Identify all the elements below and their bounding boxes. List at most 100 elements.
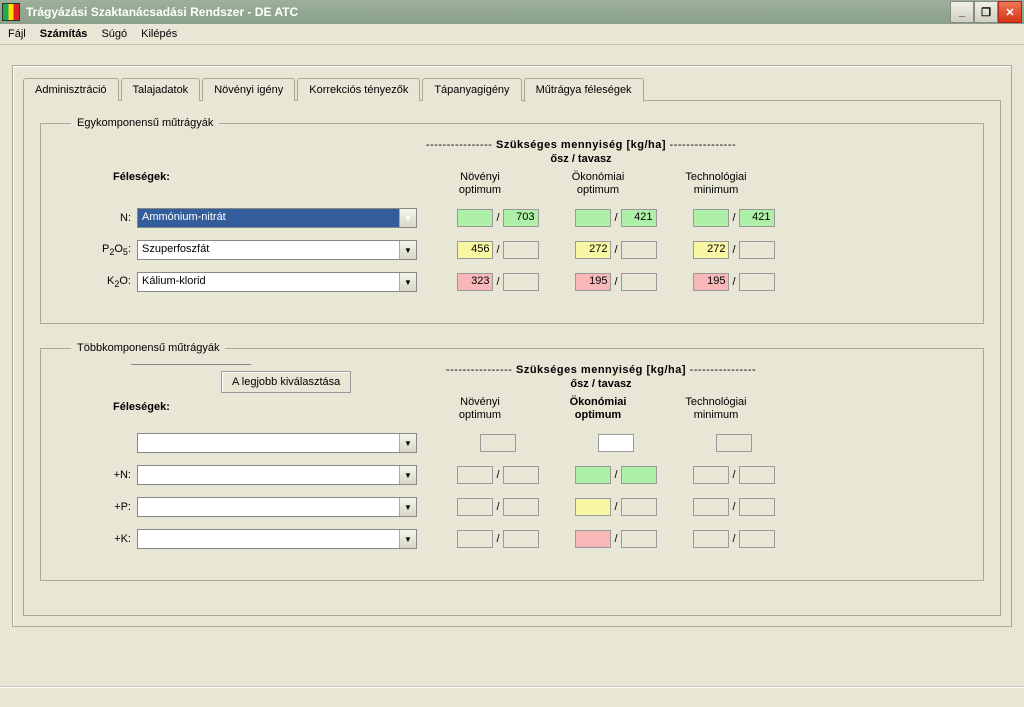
row-label-multi-p: +P: (71, 501, 137, 513)
col-header-econ-1: Ökonómiai optimum (539, 171, 657, 197)
row-label-n: N: (71, 212, 137, 224)
row-p: P2O5: Szuperfoszfát ▼ 456 / 272 / 27 (71, 239, 953, 261)
tab-plant[interactable]: Növényi igény (202, 78, 295, 101)
mn-econ-b[interactable] (621, 466, 657, 484)
combo-k[interactable]: Kálium-klorid ▼ (137, 272, 417, 292)
tab-admin[interactable]: Adminisztráció (23, 78, 119, 101)
header-sub-2: ősz / tavasz (421, 378, 781, 390)
chevron-down-icon[interactable]: ▼ (399, 434, 416, 452)
tab-content: Egykomponensű műtrágyák ----------------… (23, 100, 1001, 616)
tabs: Adminisztráció Talajadatok Növényi igény… (23, 78, 1001, 101)
underline-decoration (131, 364, 251, 365)
chevron-down-icon[interactable]: ▼ (399, 241, 416, 259)
mp-econ-a[interactable] (575, 498, 611, 516)
mp-tech-a[interactable] (693, 498, 729, 516)
row-multi-p: +P: ▼ / / / (71, 496, 953, 518)
mk-econ-b[interactable] (621, 530, 657, 548)
group-multi: Többkomponensű műtrágyák A legjobb kivál… (40, 342, 984, 581)
p-plant-a[interactable]: 456 (457, 241, 493, 259)
menu-exit[interactable]: Kilépés (141, 28, 177, 40)
mn-econ-a[interactable] (575, 466, 611, 484)
group-single: Egykomponensű műtrágyák ----------------… (40, 117, 984, 324)
chevron-down-icon[interactable]: ▼ (399, 273, 416, 291)
mn-tech-a[interactable] (693, 466, 729, 484)
n-tech-a[interactable] (693, 209, 729, 227)
chevron-down-icon[interactable]: ▼ (399, 530, 416, 548)
tab-nutrient[interactable]: Tápanyagigény (422, 78, 521, 101)
header-main-2: ---------------- Szükséges mennyiség [kg… (421, 364, 781, 376)
m0-plant[interactable] (480, 434, 516, 452)
titlebar: Trágyázási Szaktanácsadási Rendszer - DE… (0, 0, 1024, 24)
tab-soil[interactable]: Talajadatok (121, 78, 201, 101)
chevron-down-icon[interactable]: ▼ (399, 498, 416, 516)
row-multi-k: +K: ▼ / / / (71, 528, 953, 550)
row-n: N: Ammónium-nitrát ▼ / 703 / 421 (71, 207, 953, 229)
mk-plant-a[interactable] (457, 530, 493, 548)
m0-tech[interactable] (716, 434, 752, 452)
mn-plant-a[interactable] (457, 466, 493, 484)
maximize-button[interactable]: ❐ (974, 1, 998, 23)
menu-help[interactable]: Súgó (101, 28, 127, 40)
row-multi-n: +N: ▼ / / / (71, 464, 953, 486)
mk-econ-a[interactable] (575, 530, 611, 548)
k-tech-b[interactable] (739, 273, 775, 291)
mn-tech-b[interactable] (739, 466, 775, 484)
p-plant-b[interactable] (503, 241, 539, 259)
header-sub-1: ősz / tavasz (401, 153, 761, 165)
mp-tech-b[interactable] (739, 498, 775, 516)
combo-p[interactable]: Szuperfoszfát ▼ (137, 240, 417, 260)
tab-corr[interactable]: Korrekciós tényezők (297, 78, 420, 101)
main-panel: Adminisztráció Talajadatok Növényi igény… (12, 65, 1012, 627)
mk-tech-b[interactable] (739, 530, 775, 548)
tab-fert[interactable]: Műtrágya féleségek (524, 78, 644, 102)
n-tech-b[interactable]: 421 (739, 209, 775, 227)
n-econ-a[interactable] (575, 209, 611, 227)
col-header-plant-1: Növényi optimum (421, 171, 539, 197)
p-econ-b[interactable] (621, 241, 657, 259)
row-label-multi-n: +N: (71, 469, 137, 481)
n-plant-b[interactable]: 703 (503, 209, 539, 227)
mk-plant-b[interactable] (503, 530, 539, 548)
n-plant-a[interactable] (457, 209, 493, 227)
p-tech-a[interactable]: 272 (693, 241, 729, 259)
chevron-down-icon[interactable]: ▼ (399, 466, 416, 484)
row-k: K2O: Kálium-klorid ▼ 323 / 195 / 195 (71, 271, 953, 293)
combo-multi-main[interactable]: ▼ (137, 433, 417, 453)
col-header-tech-2: Technológiai minimum (657, 396, 775, 422)
row-label-multi-k: +K: (71, 533, 137, 545)
group-multi-legend: Többkomponensű műtrágyák (71, 342, 225, 354)
n-econ-b[interactable]: 421 (621, 209, 657, 227)
window-title: Trágyázási Szaktanácsadási Rendszer - DE… (26, 5, 298, 19)
menu-file[interactable]: Fájl (8, 28, 26, 40)
mp-plant-b[interactable] (503, 498, 539, 516)
menubar: Fájl Számítás Súgó Kilépés (0, 24, 1024, 45)
best-select-button[interactable]: A legjobb kiválasztása (221, 371, 351, 393)
col-header-econ-2: Ökonómiai optimum (539, 396, 657, 422)
window-controls: _ ❐ ✕ (950, 1, 1022, 23)
mp-econ-b[interactable] (621, 498, 657, 516)
p-econ-a[interactable]: 272 (575, 241, 611, 259)
chevron-down-icon[interactable]: ▼ (399, 209, 416, 227)
k-plant-a[interactable]: 323 (457, 273, 493, 291)
combo-multi-n[interactable]: ▼ (137, 465, 417, 485)
row-label-p: P2O5: (71, 243, 137, 257)
mk-tech-a[interactable] (693, 530, 729, 548)
combo-multi-p[interactable]: ▼ (137, 497, 417, 517)
k-tech-a[interactable]: 195 (693, 273, 729, 291)
k-econ-b[interactable] (621, 273, 657, 291)
m0-econ[interactable] (598, 434, 634, 452)
combo-multi-k[interactable]: ▼ (137, 529, 417, 549)
k-plant-b[interactable] (503, 273, 539, 291)
statusbar (0, 686, 1024, 707)
felesegek-label-1: Féleségek: (113, 171, 421, 183)
close-button[interactable]: ✕ (998, 1, 1022, 23)
p-tech-b[interactable] (739, 241, 775, 259)
combo-n[interactable]: Ammónium-nitrát ▼ (137, 208, 417, 228)
col-header-tech-1: Technológiai minimum (657, 171, 775, 197)
minimize-button[interactable]: _ (950, 1, 974, 23)
mn-plant-b[interactable] (503, 466, 539, 484)
header-main-1: ---------------- Szükséges mennyiség [kg… (401, 139, 761, 151)
k-econ-a[interactable]: 195 (575, 273, 611, 291)
menu-calc[interactable]: Számítás (40, 28, 88, 40)
mp-plant-a[interactable] (457, 498, 493, 516)
